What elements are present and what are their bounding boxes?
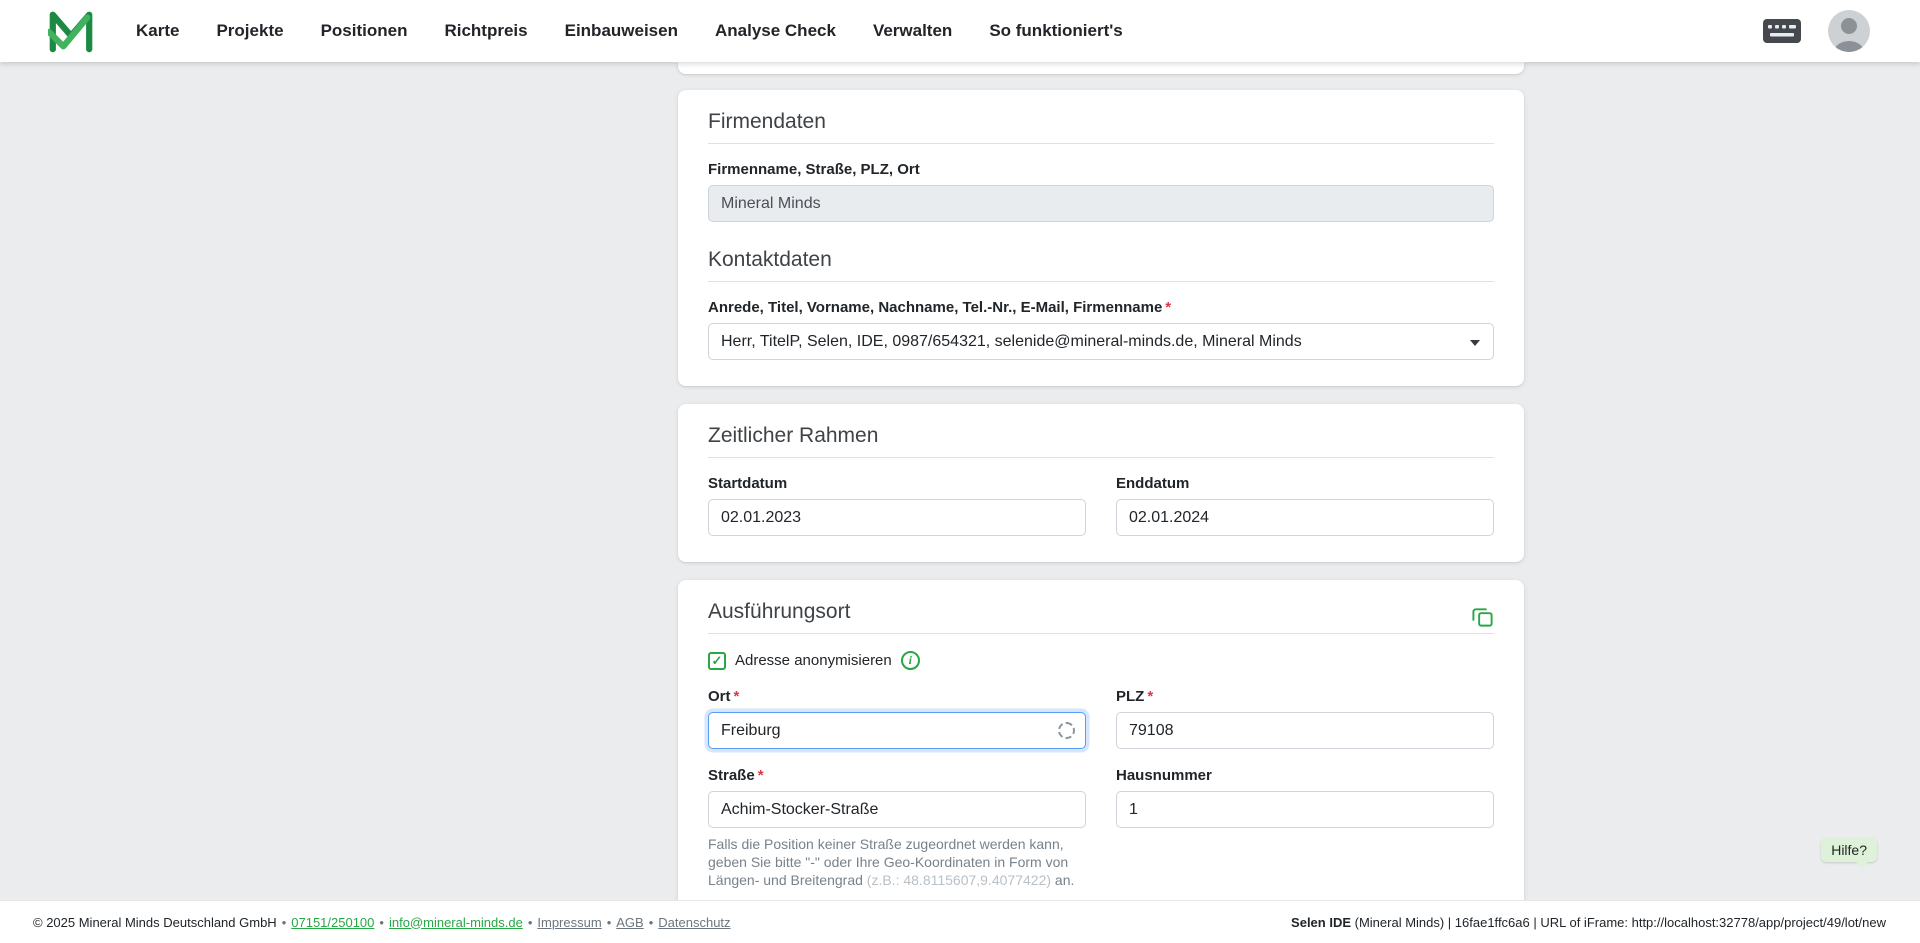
contact-select[interactable]: Herr, TitelP, Selen, IDE, 0987/654321, s… [708,323,1494,360]
plz-field: PLZ* [1116,688,1494,749]
ort-field: Ort* [708,688,1086,749]
ort-input[interactable] [708,712,1086,749]
footer: © 2025 Mineral Minds Deutschland GmbH • … [0,900,1920,943]
contact-label-text: Anrede, Titel, Vorname, Nachname, Tel.-N… [708,299,1162,316]
hausnummer-label: Hausnummer [1116,767,1494,784]
footer-link-impressum[interactable]: Impressum [537,915,601,930]
startdatum-field: Startdatum [708,475,1086,536]
anonymize-label: Adresse anonymisieren [735,652,892,669]
ort-label: Ort* [708,688,1086,705]
copy-icon[interactable] [1471,605,1494,628]
separator: • [282,915,287,930]
footer-ide-info: (Mineral Minds) | 16fae1ffc6a6 | URL of … [1351,915,1886,930]
footer-left: © 2025 Mineral Minds Deutschland GmbH • … [33,915,731,930]
zeitlicher-rahmen-card: Zeitlicher Rahmen Startdatum Enddatum [678,404,1524,562]
footer-right: Selen IDE (Mineral Minds) | 16fae1ffc6a6… [1291,915,1886,930]
required-marker: * [1147,688,1153,705]
hausnummer-field: Hausnummer [1116,767,1494,900]
required-marker: * [758,767,764,784]
plz-input[interactable] [1116,712,1494,749]
enddatum-input[interactable] [1116,499,1494,536]
help-button[interactable]: Hilfe? [1821,838,1877,862]
strasse-label-text: Straße [708,767,755,784]
company-label: Firmenname, Straße, PLZ, Ort [708,161,1494,178]
main-navigation: Karte Projekte Positionen Richtpreis Ein… [136,21,1160,41]
divider [708,143,1494,144]
divider [708,281,1494,282]
required-marker: * [734,688,740,705]
strasse-input[interactable] [708,791,1086,828]
person-icon [1828,10,1870,52]
contact-select-value: Herr, TitelP, Selen, IDE, 0987/654321, s… [721,333,1302,351]
hausnummer-input[interactable] [1116,791,1494,828]
required-marker: * [1165,299,1171,316]
copyright-text: © 2025 Mineral Minds Deutschland GmbH [33,915,277,930]
user-avatar[interactable] [1828,10,1870,52]
plz-label: PLZ* [1116,688,1494,705]
enddatum-label: Enddatum [1116,475,1494,492]
startdatum-input[interactable] [708,499,1086,536]
nav-item-richtpreis[interactable]: Richtpreis [444,21,527,41]
separator: • [379,915,384,930]
divider [708,457,1494,458]
nav-item-karte[interactable]: Karte [136,21,179,41]
firmendaten-card: Firmendaten Firmenname, Straße, PLZ, Ort… [678,90,1524,386]
divider [708,633,1494,634]
hint-coordinates-example: (z.B.: 48.8115607,9.4077422) [867,872,1051,888]
footer-link-agb[interactable]: AGB [616,915,643,930]
footer-link-datenschutz[interactable]: Datenschutz [658,915,730,930]
ausfuehrungsort-card: Ausführungsort ✓ Adresse anonymisieren i [678,580,1524,900]
company-input [708,185,1494,222]
top-navbar: Karte Projekte Positionen Richtpreis Ein… [0,0,1920,62]
loading-spinner-icon [1058,722,1075,739]
strasse-label: Straße* [708,767,1086,784]
strasse-field: Straße* Falls die Position keiner Straße… [708,767,1086,900]
brand-logo[interactable] [48,8,98,54]
footer-ide-name: Selen IDE [1291,915,1351,930]
strasse-hint: Falls die Position keiner Straße zugeord… [708,835,1090,890]
anonymize-row: ✓ Adresse anonymisieren i [708,651,1494,670]
separator: • [649,915,654,930]
nav-item-einbauweisen[interactable]: Einbauweisen [565,21,678,41]
section-title-kontaktdaten: Kontaktdaten [708,248,1494,272]
content-area: Firmendaten Firmenname, Straße, PLZ, Ort… [0,62,1920,900]
separator: • [528,915,533,930]
section-title-firmendaten: Firmendaten [708,110,1494,134]
enddatum-field: Enddatum [1116,475,1494,536]
separator: • [607,915,612,930]
nav-item-so-funktionierts[interactable]: So funktioniert's [989,21,1122,41]
mineral-minds-logo-icon [48,9,94,53]
nav-item-projekte[interactable]: Projekte [216,21,283,41]
footer-link-phone[interactable]: 07151/250100 [291,915,374,930]
nav-item-positionen[interactable]: Positionen [321,21,408,41]
startdatum-label: Startdatum [708,475,1086,492]
info-icon[interactable]: i [901,651,920,670]
company-label-text: Firmenname, Straße, PLZ, Ort [708,161,920,178]
nav-item-verwalten[interactable]: Verwalten [873,21,952,41]
navbar-right-actions [1762,10,1870,52]
chevron-down-icon [1470,340,1480,346]
section-title-zeitlicher-rahmen: Zeitlicher Rahmen [708,424,1494,448]
previous-card-fragment [678,62,1524,74]
hint-text-end: an. [1051,872,1074,888]
footer-link-email[interactable]: info@mineral-minds.de [389,915,523,930]
section-title-ausfuehrungsort: Ausführungsort [708,600,850,624]
ort-label-text: Ort [708,688,731,705]
anonymize-checkbox[interactable]: ✓ [708,652,726,670]
nav-item-analyse-check[interactable]: Analyse Check [715,21,836,41]
keyboard-icon[interactable] [1762,18,1802,44]
contact-label: Anrede, Titel, Vorname, Nachname, Tel.-N… [708,299,1494,316]
plz-label-text: PLZ [1116,688,1144,705]
